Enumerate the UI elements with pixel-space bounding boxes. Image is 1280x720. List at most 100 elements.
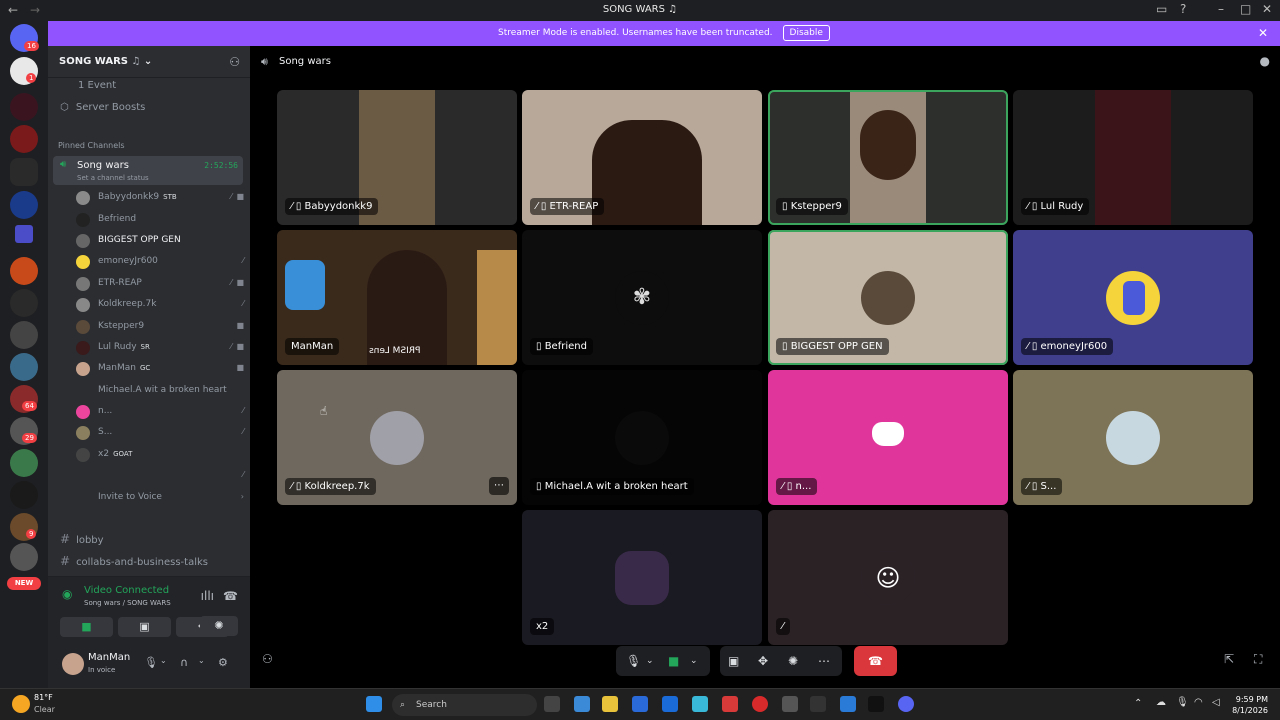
fullscreen-icon[interactable]: ⛶ [1254, 652, 1262, 667]
microphone-icon[interactable]: 🎙︎ [144, 656, 158, 669]
folder-icon[interactable] [15, 225, 33, 243]
popout-icon[interactable]: ⇱ [1224, 652, 1234, 666]
noise-suppression-icon[interactable]: ıllı [201, 589, 214, 603]
video-tile-speaking[interactable]: ▯ BIGGEST OPP GEN [768, 230, 1008, 365]
server-icon[interactable] [10, 449, 38, 477]
voice-member[interactable]: n... ⁄ [76, 403, 246, 421]
video-tile[interactable]: ▯ Michael.A wit a broken heart [522, 370, 762, 505]
server-header[interactable]: SONG WARS ♫ ⌄ ⚇ [48, 46, 250, 78]
microphone-icon[interactable]: 🎙︎ [1176, 697, 1189, 708]
activities-icon[interactable]: ✥ [758, 646, 768, 676]
outlook-icon[interactable] [662, 696, 678, 712]
more-icon[interactable]: ⋯ [818, 646, 830, 676]
text-channel-lobby[interactable]: # lobby [60, 532, 104, 546]
server-icon[interactable] [10, 543, 38, 571]
disconnect-call-button[interactable]: ☎ [854, 646, 897, 676]
chevron-down-icon[interactable]: ⌄ [160, 656, 167, 665]
voice-member[interactable]: ManMan GC ■ [76, 360, 246, 378]
app-icon[interactable] [692, 696, 708, 712]
video-tile-speaking[interactable]: ▯ Kstepper9 [768, 90, 1008, 225]
chevron-up-icon[interactable]: ⌃ [1134, 698, 1142, 709]
invite-to-voice-row[interactable]: Invite to Voice › [76, 489, 246, 507]
chrome-icon[interactable] [782, 696, 798, 712]
taskbar-clock[interactable]: 9:59 PM 8/1/2026 [1232, 694, 1268, 716]
video-tile[interactable]: ⁄ ▯ emoneyJr600 [1013, 230, 1253, 365]
voice-member[interactable]: ⁄ [76, 467, 246, 485]
server-icon[interactable] [10, 353, 38, 381]
chat-bubble-icon[interactable]: ● [1260, 54, 1270, 68]
server-icon[interactable] [10, 125, 38, 153]
video-tile[interactable]: ⁄ ▯ Lul Rudy [1013, 90, 1253, 225]
close-banner-icon[interactable]: ✕ [1258, 21, 1268, 46]
voice-member[interactable]: BIGGEST OPP GEN [76, 232, 246, 250]
opera-icon[interactable] [752, 696, 768, 712]
settings-gear-icon[interactable]: ⚙ [218, 656, 228, 669]
audio-app-icon[interactable] [868, 696, 884, 712]
disconnect-icon[interactable]: ☎ [223, 589, 238, 603]
server-song-wars-icon[interactable] [10, 158, 38, 186]
voice-member[interactable]: ETR-REAP ⁄ ■ [76, 275, 246, 293]
video-tile[interactable]: PRISM Lens ManMan [277, 230, 517, 365]
volume-icon[interactable]: ◁ [1212, 697, 1220, 708]
video-tile[interactable]: ⁄ ▯ S... [1013, 370, 1253, 505]
voice-member[interactable]: Befriend [76, 211, 246, 229]
wifi-icon[interactable]: ◠ [1194, 697, 1203, 708]
video-tile[interactable]: ⁄ ▯ Koldkreep.7k ⋯ [277, 370, 517, 505]
minimize-button[interactable]: – [1218, 2, 1224, 16]
cloud-icon[interactable]: ☁ [1156, 697, 1166, 708]
add-member-icon[interactable]: ⚇ [229, 55, 240, 69]
windows-start-icon[interactable] [366, 696, 382, 712]
video-tile[interactable]: ⁄ ▯ n... [768, 370, 1008, 505]
server-icon[interactable] [10, 257, 38, 285]
server-ng-icon[interactable] [10, 481, 38, 509]
voice-member[interactable]: Lul Rudy SR ⁄ ■ [76, 339, 246, 357]
chevron-down-icon[interactable]: ⌄ [646, 646, 654, 676]
camera-icon[interactable]: ■ [668, 646, 679, 676]
chevron-down-icon[interactable]: ⌄ [690, 646, 698, 676]
headphones-icon[interactable]: ∩ [180, 656, 188, 669]
voice-member[interactable]: S... ⁄ [76, 424, 246, 442]
video-tile[interactable]: ✾ ▯ Befriend [522, 230, 762, 365]
voice-channel-song-wars[interactable]: 🔊︎ Song wars 2:52:56 Set a channel statu… [53, 156, 243, 185]
app-icon[interactable] [810, 696, 826, 712]
server-icon[interactable] [10, 93, 38, 121]
camera-button[interactable]: ■ [60, 617, 113, 637]
user-avatar[interactable] [62, 653, 84, 675]
server-bay-icon[interactable] [10, 191, 38, 219]
video-tile[interactable]: x2 [522, 510, 762, 645]
soundboard-button[interactable]: ✺ [200, 616, 238, 636]
file-explorer-icon[interactable] [602, 696, 618, 712]
voice-member[interactable]: Koldkreep.7k ⁄ [76, 296, 246, 314]
voice-member[interactable]: Michael.A wit a broken heart [76, 382, 246, 400]
events-row[interactable]: 1 Event [64, 80, 116, 91]
chevron-down-icon[interactable]: ⌄ [198, 656, 205, 665]
server-boosts-row[interactable]: ⬡ Server Boosts [60, 102, 145, 113]
discord-taskbar-icon[interactable] [898, 696, 914, 712]
photos-icon[interactable] [840, 696, 856, 712]
screen-share-icon[interactable]: ▣ [728, 646, 739, 676]
text-channel-collabs[interactable]: # collabs-and-business-talks [60, 554, 208, 568]
channel-status[interactable]: Set a channel status [77, 174, 149, 182]
maximize-button[interactable]: □ [1240, 2, 1251, 16]
soundboard-icon[interactable]: ✺ [788, 646, 798, 676]
server-icon[interactable] [10, 321, 38, 349]
signal-icon[interactable]: ◉ [62, 587, 72, 601]
edge-icon[interactable] [574, 696, 590, 712]
task-view-icon[interactable] [544, 696, 560, 712]
server-icon[interactable] [10, 289, 38, 317]
screen-share-button[interactable]: ▣ [118, 617, 171, 637]
video-tile[interactable]: ⁄ ▯ Babyydonkk9 [277, 90, 517, 225]
microphone-icon[interactable]: 🎙︎ [626, 646, 641, 676]
taskbar-search[interactable]: ⌕ Search [392, 694, 537, 716]
inbox-icon[interactable]: ▭ [1156, 2, 1167, 16]
video-tile[interactable]: ☺ ⁄ [768, 510, 1008, 645]
store-icon[interactable] [632, 696, 648, 712]
voice-member[interactable]: Babyydonkk9 STB ⁄ ■ [76, 189, 246, 207]
voice-member[interactable]: x2 GOAT [76, 446, 246, 464]
more-options-button[interactable]: ⋯ [489, 477, 509, 495]
voice-member[interactable]: Kstepper9 ■ [76, 318, 246, 336]
add-people-icon[interactable]: ⚇ [262, 652, 273, 666]
help-icon[interactable]: ? [1180, 2, 1186, 16]
brave-icon[interactable] [722, 696, 738, 712]
close-window-button[interactable]: ✕ [1262, 2, 1272, 16]
